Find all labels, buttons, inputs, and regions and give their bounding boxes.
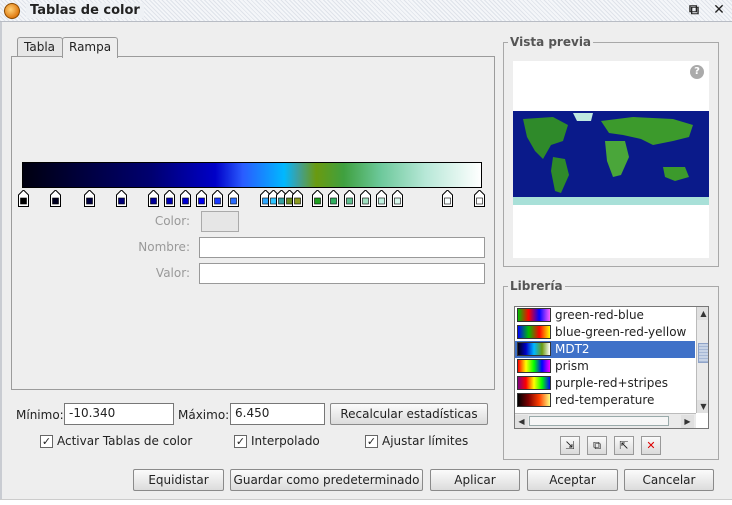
ramp-stop-marker[interactable]: [292, 190, 303, 207]
interpolado-label: Interpolado: [251, 434, 320, 448]
library-item-swatch: [517, 359, 551, 373]
library-item-name: prism: [555, 359, 589, 373]
nombre-field[interactable]: [199, 237, 485, 258]
scroll-up-icon[interactable]: ▲: [697, 307, 708, 320]
ramp-stop-marker[interactable]: [344, 190, 355, 207]
check-icon[interactable]: ✓: [40, 435, 53, 448]
scroll-left-icon[interactable]: ◀: [515, 415, 528, 428]
preview-title: Vista previa: [508, 35, 594, 49]
ramp-stop-marker[interactable]: [474, 190, 485, 207]
window-title: Tablas de color: [26, 3, 144, 18]
library-item[interactable]: MDT2: [515, 341, 695, 358]
ramp-stop-marker[interactable]: [442, 190, 453, 207]
window-bottom-edge: [0, 499, 732, 505]
library-item-swatch: [517, 393, 551, 407]
tab-tabla[interactable]: Tabla: [17, 37, 63, 57]
min-label: Mínimo:: [16, 408, 64, 422]
library-vertical-scrollbar[interactable]: ▲ ▼: [696, 307, 708, 413]
max-input[interactable]: 6.450: [230, 403, 325, 425]
ajustar-label: Ajustar límites: [382, 434, 469, 448]
equidistar-button[interactable]: Equidistar: [133, 469, 224, 491]
ramp-stop-marker[interactable]: [360, 190, 371, 207]
scroll-thumb[interactable]: [698, 343, 708, 363]
export-table-icon[interactable]: ⇱: [614, 436, 634, 455]
library-item-swatch: [517, 325, 551, 339]
recalc-stats-button[interactable]: Recalcular estadísticas: [330, 403, 488, 425]
scroll-right-icon[interactable]: ▶: [681, 415, 694, 428]
check-icon[interactable]: ✓: [365, 435, 378, 448]
library-title: Librería: [508, 279, 565, 293]
ramp-stop-marker[interactable]: [50, 190, 61, 207]
cancelar-button[interactable]: Cancelar: [624, 469, 714, 491]
library-item[interactable]: blue-green-red-yellow: [515, 324, 695, 341]
world-map-preview: [513, 111, 709, 205]
preview-group: Vista previa ?: [503, 35, 719, 267]
color-swatch[interactable]: [201, 211, 239, 232]
ramp-stop-marker[interactable]: [212, 190, 223, 207]
ramp-tab-panel: [11, 56, 495, 390]
ramp-stop-marker[interactable]: [148, 190, 159, 207]
library-item-name: red-temperature: [555, 393, 655, 407]
ramp-stop-marker[interactable]: [196, 190, 207, 207]
ramp-stop-marker[interactable]: [116, 190, 127, 207]
library-group: Librería green-red-blue blue-green-red-ye…: [503, 279, 719, 460]
library-item[interactable]: red-temperature: [515, 392, 695, 409]
library-item-swatch: [517, 342, 551, 356]
aplicar-button[interactable]: Aplicar: [430, 469, 520, 491]
ramp-stop-marker[interactable]: [164, 190, 175, 207]
library-item[interactable]: green-red-blue: [515, 307, 695, 324]
ramp-stop-marker[interactable]: [376, 190, 387, 207]
max-label: Máximo:: [178, 408, 230, 422]
valor-label: Valor:: [155, 266, 190, 280]
guardar-predeterminado-button[interactable]: Guardar como predeterminado: [230, 469, 423, 491]
activar-label: Activar Tablas de color: [57, 434, 193, 448]
color-ramp-bar[interactable]: [22, 162, 482, 188]
library-item-name: blue-green-red-yellow: [555, 325, 687, 339]
library-item[interactable]: purple-red+stripes: [515, 375, 695, 392]
library-item-name: purple-red+stripes: [555, 376, 669, 390]
library-item[interactable]: prism: [515, 358, 695, 375]
copy-table-icon[interactable]: ⧉: [587, 436, 607, 455]
aceptar-button[interactable]: Aceptar: [527, 469, 618, 491]
library-list[interactable]: green-red-blue blue-green-red-yellow MDT2 p…: [514, 306, 709, 429]
title-bar: Tablas de color ⧉ ✕: [0, 0, 732, 22]
window-frame: [0, 22, 2, 505]
hscroll-thumb[interactable]: [529, 416, 669, 426]
valor-field[interactable]: [199, 263, 485, 284]
ramp-stop-marker[interactable]: [392, 190, 403, 207]
ramp-stops: [16, 190, 488, 208]
ramp-stop-marker[interactable]: [84, 190, 95, 207]
library-item-swatch: [517, 308, 551, 322]
color-label: Color:: [154, 214, 190, 228]
app-globe-icon: [4, 3, 20, 19]
min-input[interactable]: -10.340: [64, 403, 174, 425]
library-item-swatch: [517, 376, 551, 390]
ramp-stop-marker[interactable]: [18, 190, 29, 207]
tab-rampa[interactable]: Rampa: [62, 37, 118, 58]
nombre-label: Nombre:: [138, 240, 190, 254]
ramp-stop-marker[interactable]: [328, 190, 339, 207]
check-icon[interactable]: ✓: [234, 435, 247, 448]
restore-window-icon[interactable]: ⧉: [685, 2, 703, 20]
scroll-down-icon[interactable]: ▼: [697, 400, 708, 413]
ramp-stop-marker[interactable]: [180, 190, 191, 207]
import-table-icon[interactable]: ⇲: [560, 436, 580, 455]
delete-table-icon[interactable]: ✕: [641, 436, 661, 455]
library-item-name: green-red-blue: [555, 308, 644, 322]
ramp-stop-marker[interactable]: [228, 190, 239, 207]
close-window-icon[interactable]: ✕: [710, 2, 728, 20]
ramp-stop-marker[interactable]: [312, 190, 323, 207]
preview-canvas: ?: [513, 61, 709, 258]
library-item-name: MDT2: [555, 342, 590, 356]
library-horizontal-scrollbar[interactable]: ◀ ▶: [515, 413, 696, 428]
help-icon[interactable]: ?: [690, 65, 704, 79]
